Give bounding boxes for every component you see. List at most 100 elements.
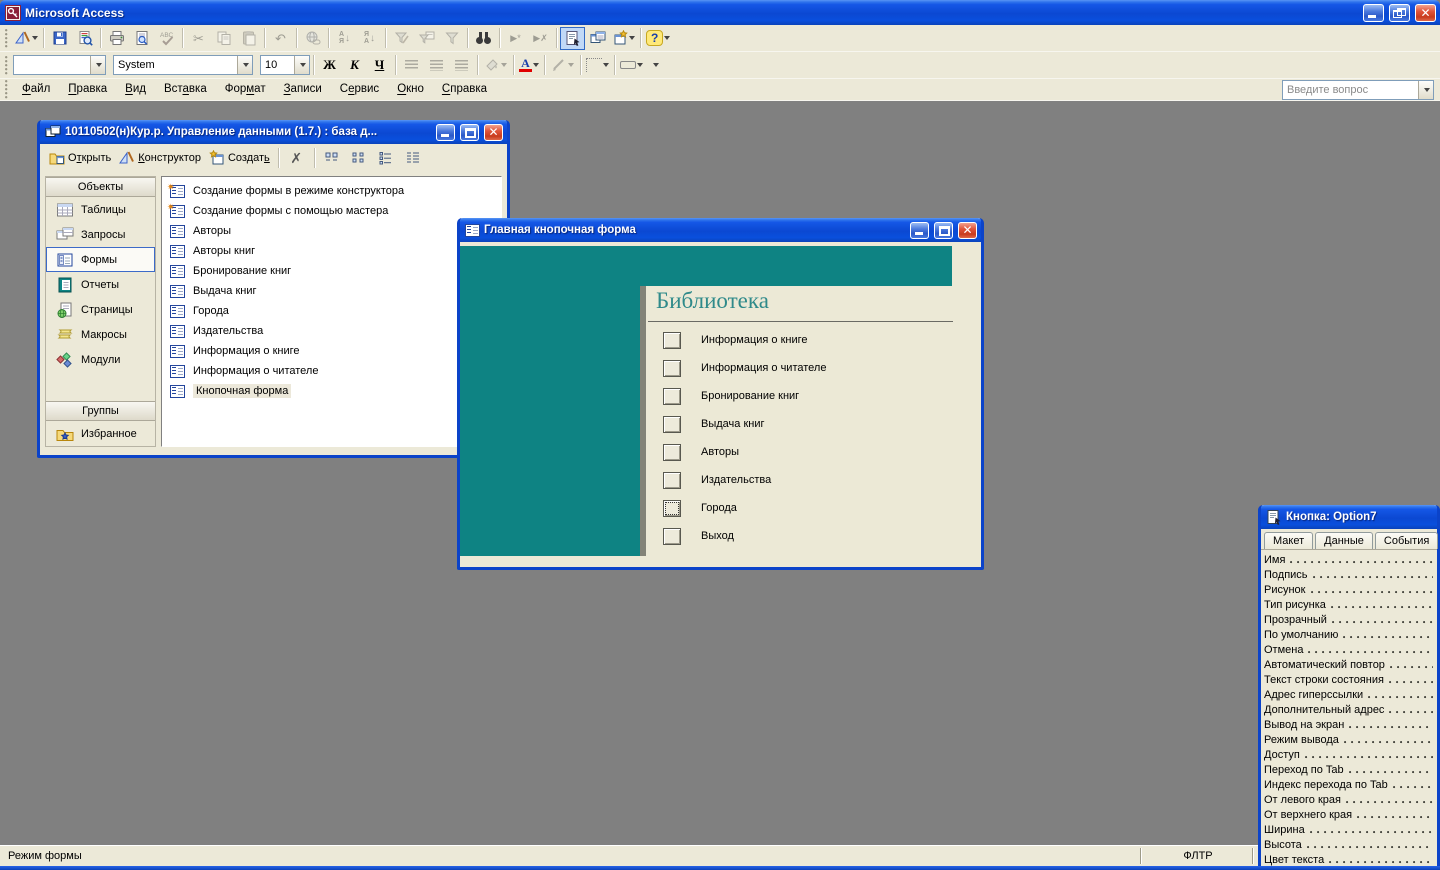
- switchboard-label[interactable]: Информация о читателе: [701, 362, 826, 374]
- db-maximize-button[interactable]: [460, 124, 479, 141]
- underline-button[interactable]: Ч: [367, 54, 392, 77]
- menu-format[interactable]: Формат: [216, 80, 275, 99]
- combo-dropdown-button[interactable]: [294, 56, 309, 74]
- list-item-selected[interactable]: Кнопочная форма: [162, 381, 501, 401]
- switchboard-button[interactable]: [663, 528, 681, 545]
- font-size-combo[interactable]: 10: [260, 55, 310, 75]
- large-icons-view-button[interactable]: [320, 146, 345, 169]
- font-name-combo[interactable]: System: [113, 55, 253, 75]
- align-right-button[interactable]: [449, 54, 474, 77]
- groups-header[interactable]: Группы: [46, 401, 155, 421]
- switchboard-label[interactable]: Авторы: [701, 446, 739, 458]
- list-item[interactable]: Информация о читателе: [162, 361, 501, 381]
- sidebar-item-modules[interactable]: Модули: [46, 347, 155, 372]
- property-row[interactable]: Автоматический повтор: [1264, 657, 1435, 672]
- sort-descending-button[interactable]: ЯА↓: [357, 27, 382, 50]
- property-row[interactable]: Рисунок: [1264, 582, 1435, 597]
- property-row[interactable]: Прозрачный: [1264, 612, 1435, 627]
- restore-button[interactable]: [1389, 4, 1410, 22]
- special-effect-caret[interactable]: [637, 63, 643, 67]
- menu-tools[interactable]: Сервис: [331, 80, 388, 99]
- form-close-button[interactable]: ✕: [958, 222, 977, 239]
- list-item-new-design[interactable]: ✷Создание формы в режиме конструктора: [162, 181, 501, 201]
- open-object-button[interactable]: Открыть: [46, 149, 114, 167]
- switchboard-button[interactable]: [663, 332, 681, 349]
- property-row[interactable]: Дополнительный адрес: [1264, 702, 1435, 717]
- menu-view[interactable]: Вид: [116, 80, 155, 99]
- sidebar-item-forms[interactable]: Формы: [46, 247, 155, 272]
- property-row[interactable]: Адрес гиперссылки: [1264, 687, 1435, 702]
- menu-help[interactable]: Справка: [433, 80, 496, 99]
- bold-button[interactable]: Ж: [317, 54, 342, 77]
- switchboard-label[interactable]: Издательства: [701, 474, 771, 486]
- help-button[interactable]: ?: [644, 27, 672, 50]
- sidebar-item-macros[interactable]: Макросы: [46, 322, 155, 347]
- property-row[interactable]: Тип рисунка: [1264, 597, 1435, 612]
- align-center-button[interactable]: [424, 54, 449, 77]
- design-object-button[interactable]: Конструктор: [116, 149, 204, 167]
- line-color-button[interactable]: [548, 54, 577, 77]
- close-button[interactable]: ✕: [1415, 4, 1436, 22]
- property-row[interactable]: По умолчанию: [1264, 627, 1435, 642]
- tab-data[interactable]: Данные: [1315, 532, 1373, 549]
- list-item-new-wizard[interactable]: ✷Создание формы с помощью мастера: [162, 201, 501, 221]
- paste-button[interactable]: [236, 27, 261, 50]
- objects-header[interactable]: Объекты: [46, 177, 155, 197]
- save-button[interactable]: [47, 27, 72, 50]
- insert-hyperlink-button[interactable]: [300, 27, 325, 50]
- switchboard-button[interactable]: [663, 444, 681, 461]
- property-row[interactable]: От левого края: [1264, 792, 1435, 807]
- menu-edit[interactable]: Правка: [59, 80, 116, 99]
- property-row[interactable]: Отмена: [1264, 642, 1435, 657]
- view-design-button[interactable]: [13, 27, 40, 50]
- new-record-button[interactable]: ▶*: [503, 27, 528, 50]
- view-dropdown-caret[interactable]: [32, 36, 38, 40]
- database-window-button[interactable]: [585, 27, 610, 50]
- list-item[interactable]: Города: [162, 301, 501, 321]
- list-item[interactable]: Авторы: [162, 221, 501, 241]
- property-row[interactable]: Индекс перехода по Tab: [1264, 777, 1435, 792]
- details-view-button[interactable]: [401, 146, 426, 169]
- property-row[interactable]: Цвет текста: [1264, 852, 1435, 867]
- switchboard-button[interactable]: [663, 416, 681, 433]
- undo-button[interactable]: ↶: [268, 27, 293, 50]
- combo-dropdown-button[interactable]: [237, 56, 252, 74]
- switchboard-titlebar[interactable]: Главная кнопочная форма ✕: [460, 218, 981, 242]
- special-effect-button[interactable]: [618, 54, 645, 77]
- toolbar-grip[interactable]: [5, 80, 10, 99]
- sort-ascending-button[interactable]: АЯ↓: [332, 27, 357, 50]
- sidebar-item-pages[interactable]: Страницы: [46, 297, 155, 322]
- spelling-button[interactable]: АВС: [154, 27, 179, 50]
- filter-by-form-button[interactable]: [414, 27, 439, 50]
- sidebar-item-queries[interactable]: Запросы: [46, 222, 155, 247]
- property-row[interactable]: Имя: [1264, 552, 1435, 567]
- print-button[interactable]: [104, 27, 129, 50]
- combo-dropdown-button[interactable]: [90, 56, 105, 74]
- database-window-titlebar[interactable]: 10110502(н)Кур.р. Управление данными (1.…: [40, 120, 507, 144]
- apply-filter-button[interactable]: [439, 27, 464, 50]
- delete-record-button[interactable]: ▶✗: [528, 27, 553, 50]
- list-item[interactable]: Издательства: [162, 321, 501, 341]
- db-minimize-button[interactable]: [436, 124, 455, 141]
- property-row[interactable]: Доступ: [1264, 747, 1435, 762]
- fill-color-caret[interactable]: [501, 63, 507, 67]
- new-object-button[interactable]: [610, 27, 637, 50]
- list-view-button[interactable]: [374, 146, 399, 169]
- list-item[interactable]: Выдача книг: [162, 281, 501, 301]
- tab-layout[interactable]: Макет: [1264, 532, 1313, 549]
- property-row[interactable]: Подпись: [1264, 567, 1435, 582]
- property-row[interactable]: От верхнего края: [1264, 807, 1435, 822]
- menu-insert[interactable]: Вставка: [155, 80, 216, 99]
- db-close-button[interactable]: ✕: [484, 124, 503, 141]
- switchboard-button[interactable]: [663, 360, 681, 377]
- delete-object-button[interactable]: ✗: [284, 146, 309, 169]
- switchboard-button[interactable]: [663, 388, 681, 405]
- line-border-width-button[interactable]: [584, 54, 611, 77]
- help-caret[interactable]: [664, 36, 670, 40]
- form-maximize-button[interactable]: [934, 222, 953, 239]
- new-object-button-db[interactable]: Создать: [206, 149, 273, 167]
- file-search-button[interactable]: [72, 27, 97, 50]
- font-color-caret[interactable]: [533, 63, 539, 67]
- ask-question-input[interactable]: Введите вопрос: [1282, 80, 1434, 100]
- new-object-caret[interactable]: [629, 36, 635, 40]
